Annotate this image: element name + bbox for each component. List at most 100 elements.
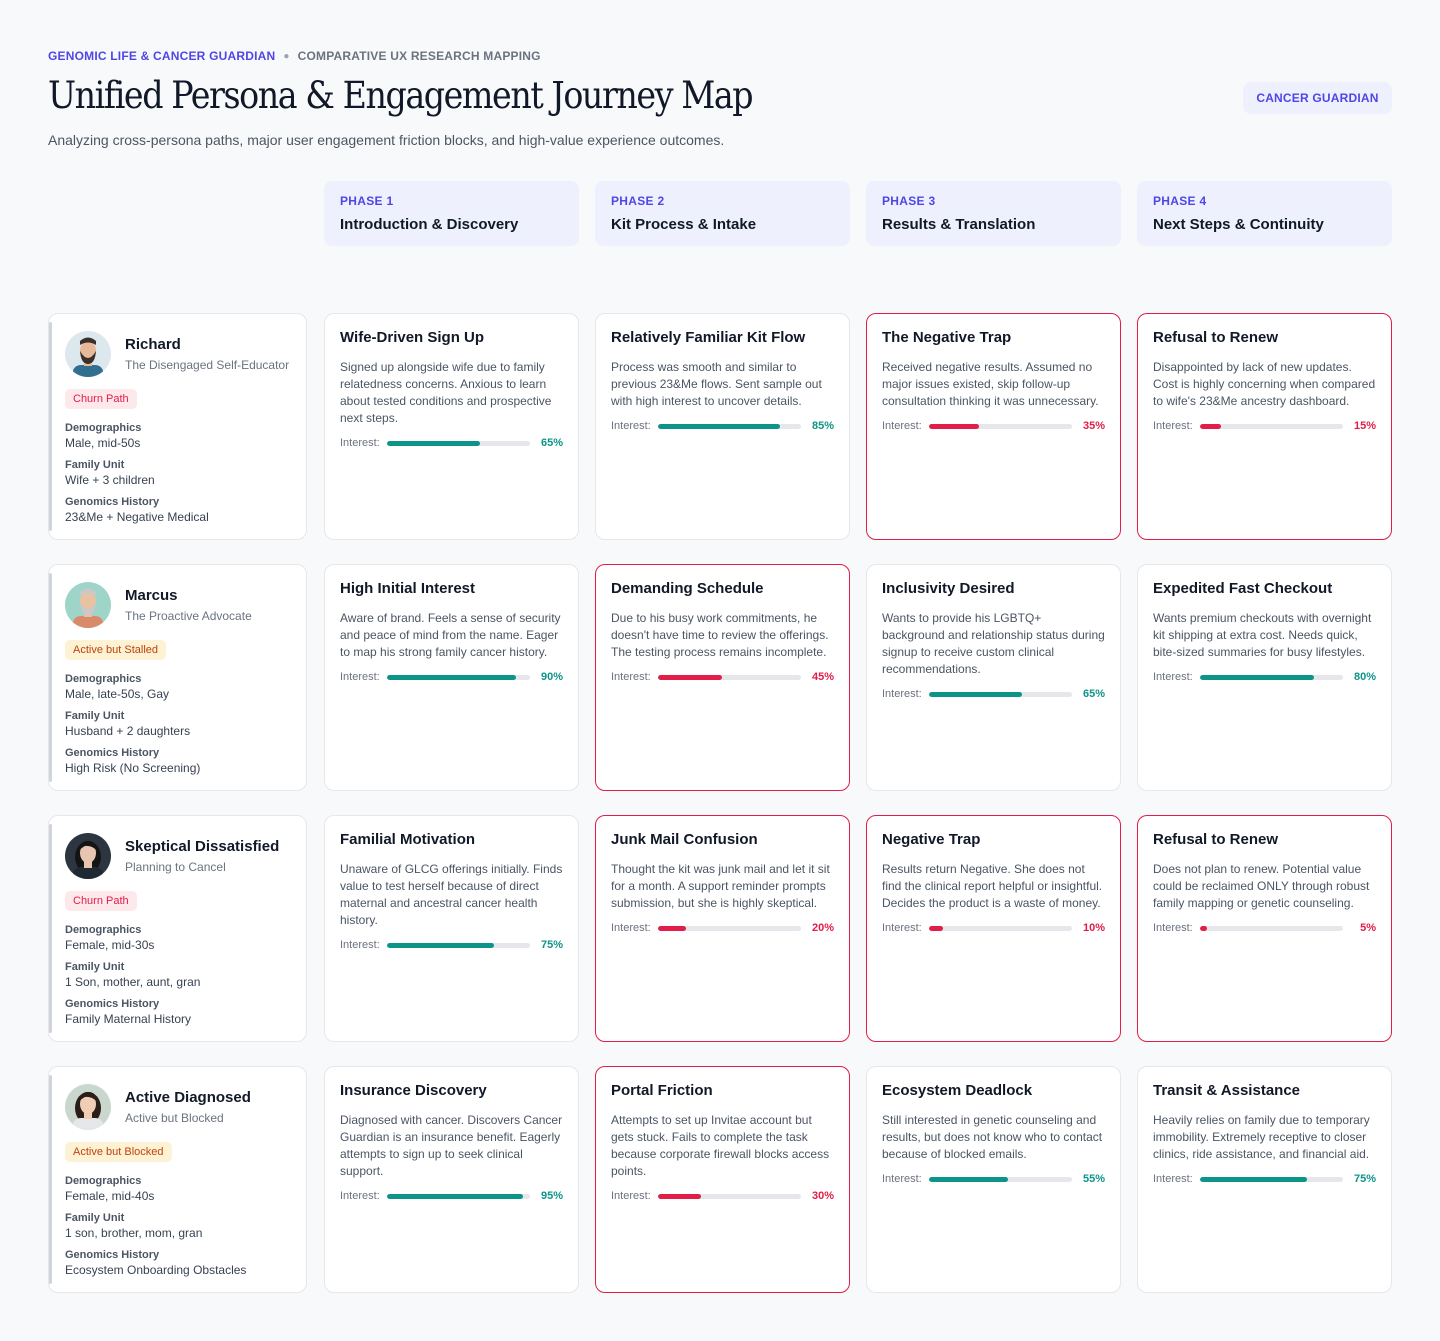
interest-percent: 35% [1082, 420, 1105, 432]
journey-card-description: Aware of brand. Feels a sense of securit… [340, 611, 561, 659]
journey-card-description: Results return Negative. She does not fi… [882, 862, 1103, 910]
interest-bar-fill [928, 1176, 1008, 1182]
interest-label: Interest: [882, 1173, 922, 1185]
persona-field-value: Ecosystem Onboarding Obstacles [65, 1263, 247, 1277]
interest-bar-track [657, 1193, 801, 1199]
journey-card[interactable]: Familial Motivation Unaware of GLCG offer… [324, 815, 579, 1042]
interest-label: Interest: [882, 420, 922, 432]
interest-meter: Interest: 90% [340, 671, 563, 683]
journey-card[interactable]: Portal Friction Attempts to set up Invita… [595, 1066, 850, 1293]
interest-bar-track [1199, 1176, 1343, 1182]
persona-field-label: Genomics History [65, 998, 160, 1010]
persona-card-3[interactable]: Skeptical Dissatisfied Planning to Cancel… [48, 815, 307, 1042]
persona-heading: Skeptical Dissatisfied Planning to Cancel [125, 833, 279, 874]
persona-card-2[interactable]: Marcus The Proactive Advocate Active but S… [48, 564, 307, 791]
interest-bar-fill [1199, 925, 1207, 931]
persona-field-value: 23&Me + Negative Medical [65, 510, 209, 524]
interest-bar-track [657, 674, 801, 680]
interest-percent: 75% [1353, 1173, 1376, 1185]
persona-heading: Marcus The Proactive Advocate [125, 582, 252, 623]
persona-header: Active Diagnosed Active but Blocked [65, 1084, 290, 1130]
phase-number: PHASE 4 [1153, 194, 1207, 208]
persona-field-value: 1 Son, mother, aunt, gran [65, 975, 201, 989]
journey-card[interactable]: Ecosystem Deadlock Still interested in ge… [866, 1066, 1121, 1293]
journey-card-description: Disappointed by lack of new updates. Cos… [1153, 360, 1376, 408]
interest-label: Interest: [611, 420, 651, 432]
persona-status-badge: Churn Path [65, 389, 137, 409]
page-title: Unified Persona & Engagement Journey Map [48, 74, 754, 117]
interest-bar-fill [1199, 674, 1315, 680]
interest-label: Interest: [1153, 671, 1193, 683]
interest-bar-fill [386, 1193, 523, 1199]
persona-field-value: Male, mid-50s [65, 436, 141, 450]
man-portrait-avatar [65, 582, 111, 628]
journey-card-title: Refusal to Renew [1153, 831, 1279, 848]
persona-header: Marcus The Proactive Advocate [65, 582, 290, 628]
interest-percent: 30% [811, 1190, 834, 1202]
persona-field-value: Male, late-50s, Gay [65, 687, 170, 701]
persona-card-1[interactable]: Richard The Disengaged Self-Educator Churn… [48, 313, 307, 540]
persona-field-value: High Risk (No Screening) [65, 761, 201, 775]
interest-bar-track [657, 925, 801, 931]
interest-label: Interest: [611, 1190, 651, 1202]
interest-bar-track [386, 674, 530, 680]
interest-bar-track [928, 423, 1072, 429]
interest-meter: Interest: 10% [882, 922, 1105, 934]
journey-card[interactable]: Negative Trap Results return Negative. Sh… [866, 815, 1121, 1042]
journey-card[interactable]: Demanding Schedule Due to his busy work c… [595, 564, 850, 791]
journey-card[interactable]: Transit & Assistance Heavily relies on fa… [1137, 1066, 1392, 1293]
interest-meter: Interest: 5% [1153, 922, 1376, 934]
journey-card[interactable]: Refusal to Renew Does not plan to renew. … [1137, 815, 1392, 1042]
persona-field-label: Family Unit [65, 961, 125, 973]
journey-card[interactable]: Insurance Discovery Diagnosed with cancer… [324, 1066, 579, 1293]
persona-heading: Richard The Disengaged Self-Educator [125, 331, 289, 372]
journey-card-title: Wife-Driven Sign Up [340, 329, 485, 346]
eyebrow-separator: ● [283, 50, 290, 62]
persona-field-value: Female, mid-30s [65, 938, 155, 952]
journey-card[interactable]: Relatively Familiar Kit Flow Process was … [595, 313, 850, 540]
interest-bar-track [657, 423, 801, 429]
phase-number: PHASE 1 [340, 194, 394, 208]
journey-card[interactable]: Wife-Driven Sign Up Signed up alongside w… [324, 313, 579, 540]
interest-bar-track [928, 1176, 1072, 1182]
interest-bar-fill [1199, 1176, 1308, 1182]
journey-card-description: Process was smooth and similar to previo… [611, 360, 822, 408]
interest-bar-fill [928, 423, 979, 429]
journey-card[interactable]: Inclusivity Desired Wants to provide his … [866, 564, 1121, 791]
persona-field-label: Demographics [65, 924, 142, 936]
journey-card-title: Inclusivity Desired [882, 580, 1015, 597]
journey-card-description: Due to his busy work commitments, he doe… [611, 611, 829, 659]
interest-meter: Interest: 15% [1153, 420, 1376, 432]
journey-card-description: Does not plan to renew. Potential value … [1153, 862, 1370, 910]
journey-card-title: Expedited Fast Checkout [1153, 580, 1333, 597]
persona-heading: Active Diagnosed Active but Blocked [125, 1084, 251, 1125]
interest-percent: 5% [1360, 922, 1376, 934]
journey-card[interactable]: Expedited Fast Checkout Wants premium che… [1137, 564, 1392, 791]
product-badge[interactable]: CANCER GUARDIAN [1243, 82, 1392, 114]
persona-card-4[interactable]: Active Diagnosed Active but Blocked Active… [48, 1066, 307, 1293]
persona-field-label: Demographics [65, 1175, 142, 1187]
interest-bar-fill [928, 691, 1022, 697]
interest-label: Interest: [340, 1190, 380, 1202]
interest-meter: Interest: 85% [611, 420, 834, 432]
interest-meter: Interest: 55% [882, 1173, 1105, 1185]
interest-meter: Interest: 65% [882, 688, 1105, 700]
interest-bar-track [1199, 423, 1343, 429]
interest-label: Interest: [611, 671, 651, 683]
journey-card[interactable]: High Initial Interest Aware of brand. Fee… [324, 564, 579, 791]
journey-card[interactable]: Junk Mail Confusion Thought the kit was j… [595, 815, 850, 1042]
interest-percent: 45% [811, 671, 834, 683]
interest-bar-track [386, 942, 530, 948]
persona-role: The Disengaged Self-Educator [125, 358, 290, 372]
interest-percent: 85% [811, 420, 834, 432]
journey-card[interactable]: The Negative Trap Received negative resul… [866, 313, 1121, 540]
man-beard-avatar [65, 331, 111, 377]
interest-percent: 65% [540, 437, 563, 449]
interest-bar-fill [657, 423, 780, 429]
interest-percent: 90% [540, 671, 563, 683]
journey-card[interactable]: Refusal to Renew Disappointed by lack of … [1137, 313, 1392, 540]
persona-role: Planning to Cancel [125, 860, 226, 874]
phase-header-4: PHASE 4 Next Steps & Continuity [1137, 181, 1392, 246]
journey-card-title: Negative Trap [882, 831, 981, 848]
interest-bar-fill [657, 674, 723, 680]
